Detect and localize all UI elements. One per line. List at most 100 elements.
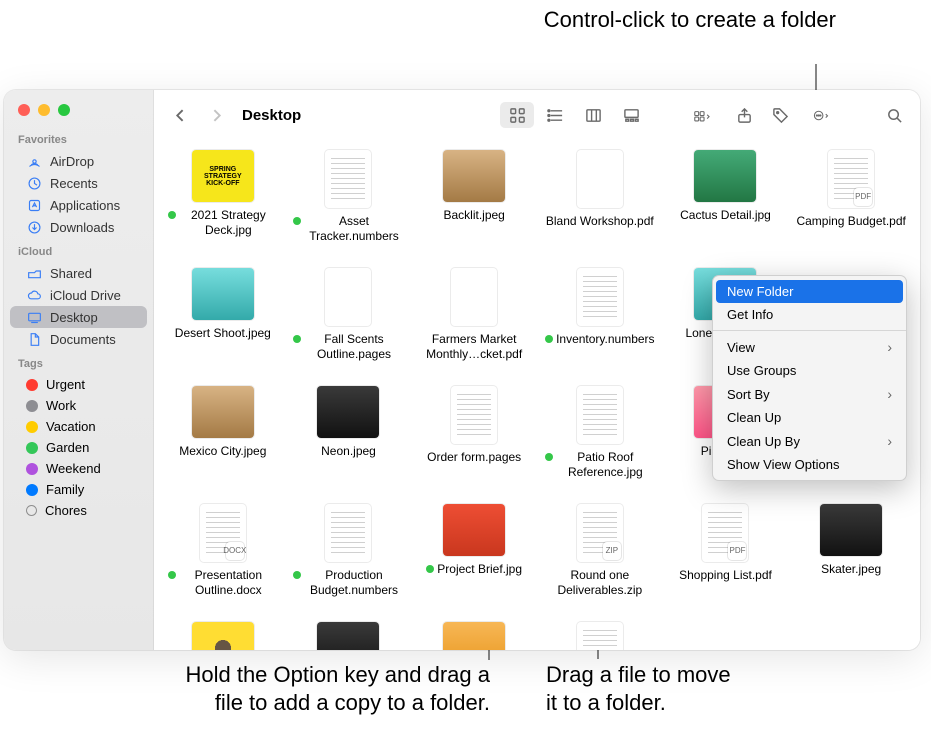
chevron-right-icon — [887, 433, 892, 449]
callout-text: Hold the Option key and drag a — [60, 661, 490, 689]
recents-icon — [26, 175, 42, 191]
sidebar-item-downloads[interactable]: Downloads — [10, 216, 147, 238]
file-thumbnail — [451, 386, 497, 444]
sidebar-tag-garden[interactable]: Garden — [10, 437, 147, 458]
file-item[interactable]: Mexico City.jpeg — [162, 382, 284, 494]
sidebar-tag-work[interactable]: Work — [10, 395, 147, 416]
menu-item-label: Clean Up By — [727, 434, 800, 449]
column-view-button[interactable] — [576, 102, 610, 128]
file-item[interactable]: Cactus Detail.jpg — [665, 146, 787, 258]
sidebar-tag-chores[interactable]: Chores — [10, 500, 147, 521]
file-item[interactable]: Farmers Market Monthly…cket.pdf — [413, 264, 535, 376]
file-item[interactable]: Patio Roof Reference.jpg — [539, 382, 661, 494]
file-item[interactable]: Fall Scents Outline.pages — [288, 264, 410, 376]
desktop-icon — [26, 309, 42, 325]
file-item[interactable]: ZIPRound one Deliverables.zip — [539, 500, 661, 612]
sync-status-icon — [293, 571, 301, 579]
file-item[interactable]: DOCXPresentation Outline.docx — [162, 500, 284, 612]
zoom-button[interactable] — [58, 104, 70, 116]
back-button[interactable] — [166, 103, 194, 127]
file-item[interactable]: PDFCamping Budget.pdf — [790, 146, 912, 258]
iclouddrive-icon — [26, 287, 42, 303]
file-thumbnail — [820, 504, 882, 556]
file-thumbnail — [577, 268, 623, 326]
menu-item-clean-up[interactable]: Clean Up — [713, 406, 906, 429]
file-item[interactable] — [413, 618, 535, 650]
sidebar-item-shared[interactable]: Shared — [10, 262, 147, 284]
callout-text: Drag a file to move — [546, 661, 846, 689]
forward-button[interactable] — [202, 103, 230, 127]
sidebar-item-label: Shared — [50, 266, 92, 281]
tag-dot-icon — [26, 379, 38, 391]
minimize-button[interactable] — [38, 104, 50, 116]
gallery-view-button[interactable] — [614, 102, 648, 128]
sidebar-item-recents[interactable]: Recents — [10, 172, 147, 194]
file-thumbnail — [443, 150, 505, 202]
sync-status-icon — [545, 335, 553, 343]
share-button[interactable] — [730, 103, 758, 127]
file-item[interactable]: Asset Tracker.numbers — [288, 146, 410, 258]
icon-view-button[interactable] — [500, 102, 534, 128]
menu-item-clean-up-by[interactable]: Clean Up By — [713, 429, 906, 453]
callout-text: Control-click to create a folder — [544, 7, 836, 32]
menu-item-label: Show View Options — [727, 457, 840, 472]
file-item[interactable] — [162, 618, 284, 650]
sidebar: Favorites AirDropRecentsApplicationsDown… — [4, 90, 154, 650]
more-button[interactable] — [802, 103, 840, 127]
tag-dot-icon — [26, 484, 38, 496]
file-item[interactable]: PDFShopping List.pdf — [665, 500, 787, 612]
documents-icon — [26, 331, 42, 347]
file-item[interactable]: Skater.jpeg — [790, 500, 912, 612]
file-name: Project Brief.jpg — [437, 562, 522, 577]
group-button[interactable] — [682, 103, 722, 127]
file-thumbnail — [694, 150, 756, 202]
callout-text: file to add a copy to a folder. — [60, 689, 490, 717]
sidebar-tag-urgent[interactable]: Urgent — [10, 374, 147, 395]
file-item[interactable]: Order form.pages — [413, 382, 535, 494]
sidebar-item-label: Vacation — [46, 419, 96, 434]
sync-status-icon — [293, 217, 301, 225]
menu-item-label: New Folder — [727, 284, 793, 299]
menu-item-show-view-options[interactable]: Show View Options — [713, 453, 906, 476]
sidebar-tag-weekend[interactable]: Weekend — [10, 458, 147, 479]
menu-item-get-info[interactable]: Get Info — [713, 303, 906, 326]
file-thumbnail — [317, 622, 379, 650]
file-item[interactable]: SPRINGSTRATEGYKICK-OFF2021 Strategy Deck… — [162, 146, 284, 258]
file-item[interactable]: Desert Shoot.jpeg — [162, 264, 284, 376]
sidebar-item-applications[interactable]: Applications — [10, 194, 147, 216]
sidebar-item-label: Recents — [50, 176, 98, 191]
menu-item-use-groups[interactable]: Use Groups — [713, 359, 906, 382]
file-thumbnail: PDF — [702, 504, 748, 562]
file-item[interactable]: ZIP — [539, 618, 661, 650]
list-view-button[interactable] — [538, 102, 572, 128]
search-button[interactable] — [880, 103, 908, 127]
sidebar-item-label: Downloads — [50, 220, 114, 235]
close-button[interactable] — [18, 104, 30, 116]
sidebar-item-iclouddrive[interactable]: iCloud Drive — [10, 284, 147, 306]
file-item[interactable]: Backlit.jpeg — [413, 146, 535, 258]
file-item[interactable]: Inventory.numbers — [539, 264, 661, 376]
menu-item-view[interactable]: View — [713, 335, 906, 359]
menu-item-new-folder[interactable]: New Folder — [716, 280, 903, 303]
file-thumbnail — [192, 386, 254, 438]
sidebar-item-documents[interactable]: Documents — [10, 328, 147, 350]
file-name: Patio Roof Reference.jpg — [556, 450, 655, 480]
file-name: Farmers Market Monthly…cket.pdf — [419, 332, 529, 362]
sync-status-icon — [168, 211, 176, 219]
file-name: Production Budget.numbers — [304, 568, 403, 598]
file-item[interactable]: Production Budget.numbers — [288, 500, 410, 612]
tags-button[interactable] — [766, 103, 794, 127]
file-name: Round one Deliverables.zip — [545, 568, 655, 598]
file-item[interactable] — [288, 618, 410, 650]
sidebar-tag-family[interactable]: Family — [10, 479, 147, 500]
file-item[interactable]: Bland Workshop.pdf — [539, 146, 661, 258]
menu-item-sort-by[interactable]: Sort By — [713, 382, 906, 406]
sidebar-item-label: Chores — [45, 503, 87, 518]
file-item[interactable]: Neon.jpeg — [288, 382, 410, 494]
sidebar-item-desktop[interactable]: Desktop — [10, 306, 147, 328]
chevron-right-icon — [887, 386, 892, 402]
sidebar-item-airdrop[interactable]: AirDrop — [10, 150, 147, 172]
toolbar: Desktop — [154, 90, 920, 140]
file-item[interactable]: Project Brief.jpg — [413, 500, 535, 612]
sidebar-tag-vacation[interactable]: Vacation — [10, 416, 147, 437]
